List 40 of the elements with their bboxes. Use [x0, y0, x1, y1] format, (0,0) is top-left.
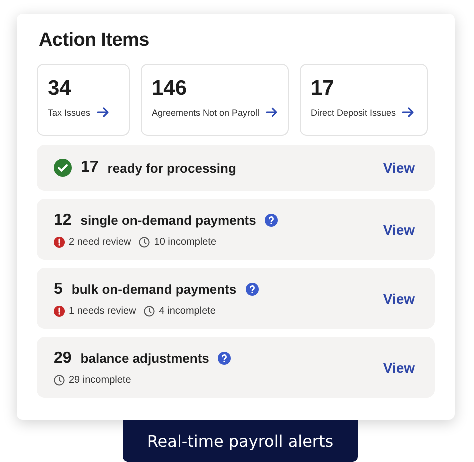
clock-icon [144, 306, 156, 316]
item-label: bulk on-demand payments [72, 282, 237, 297]
check-icon [54, 159, 72, 177]
status-text: 10 incomplete [154, 236, 217, 248]
alert-icon [54, 306, 65, 316]
stat-label: Agreements Not on Payroll [152, 108, 260, 118]
status-text: 29 incomplete [69, 374, 132, 386]
arrow-right-icon [96, 107, 110, 118]
alert-icon [54, 236, 65, 248]
view-link[interactable]: View [383, 160, 415, 176]
arrow-right-icon [266, 107, 278, 118]
stat-label: Direct Deposit Issues [311, 108, 396, 118]
item-count: 5 [54, 280, 63, 298]
item-count: 17 [81, 159, 99, 177]
arrow-right-icon [402, 107, 416, 118]
item-label: ready for processing [108, 160, 236, 176]
item-label: balance adjustments [80, 351, 210, 366]
banner: Real-time payroll alerts [123, 420, 358, 462]
stat-label: Tax Issues [48, 108, 91, 118]
clock-icon [139, 236, 150, 248]
stat-count: 34 [48, 77, 72, 101]
help-icon[interactable] [218, 352, 232, 365]
stat-card[interactable]: 146 Agreements Not on Payroll [141, 64, 289, 136]
status-text: 4 incomplete [159, 306, 216, 316]
item-label: single on-demand payments [80, 213, 256, 228]
view-link[interactable]: View [383, 360, 415, 376]
stat-count: 146 [152, 77, 188, 101]
stat-count: 17 [311, 77, 336, 101]
stat-card[interactable]: 17 Direct Deposit Issues [300, 64, 428, 136]
clock-icon [54, 374, 65, 386]
view-link[interactable]: View [383, 222, 415, 238]
status-text: 2 need review [69, 236, 132, 248]
view-link[interactable]: View [383, 290, 415, 306]
help-icon[interactable] [246, 283, 259, 296]
item-count: 29 [54, 350, 72, 368]
help-icon[interactable] [265, 214, 278, 227]
status-text: 1 needs review [69, 306, 136, 316]
stat-card[interactable]: 34 Tax Issues [37, 64, 130, 136]
item-count: 12 [54, 212, 72, 230]
card-title: Action Items [39, 30, 150, 52]
